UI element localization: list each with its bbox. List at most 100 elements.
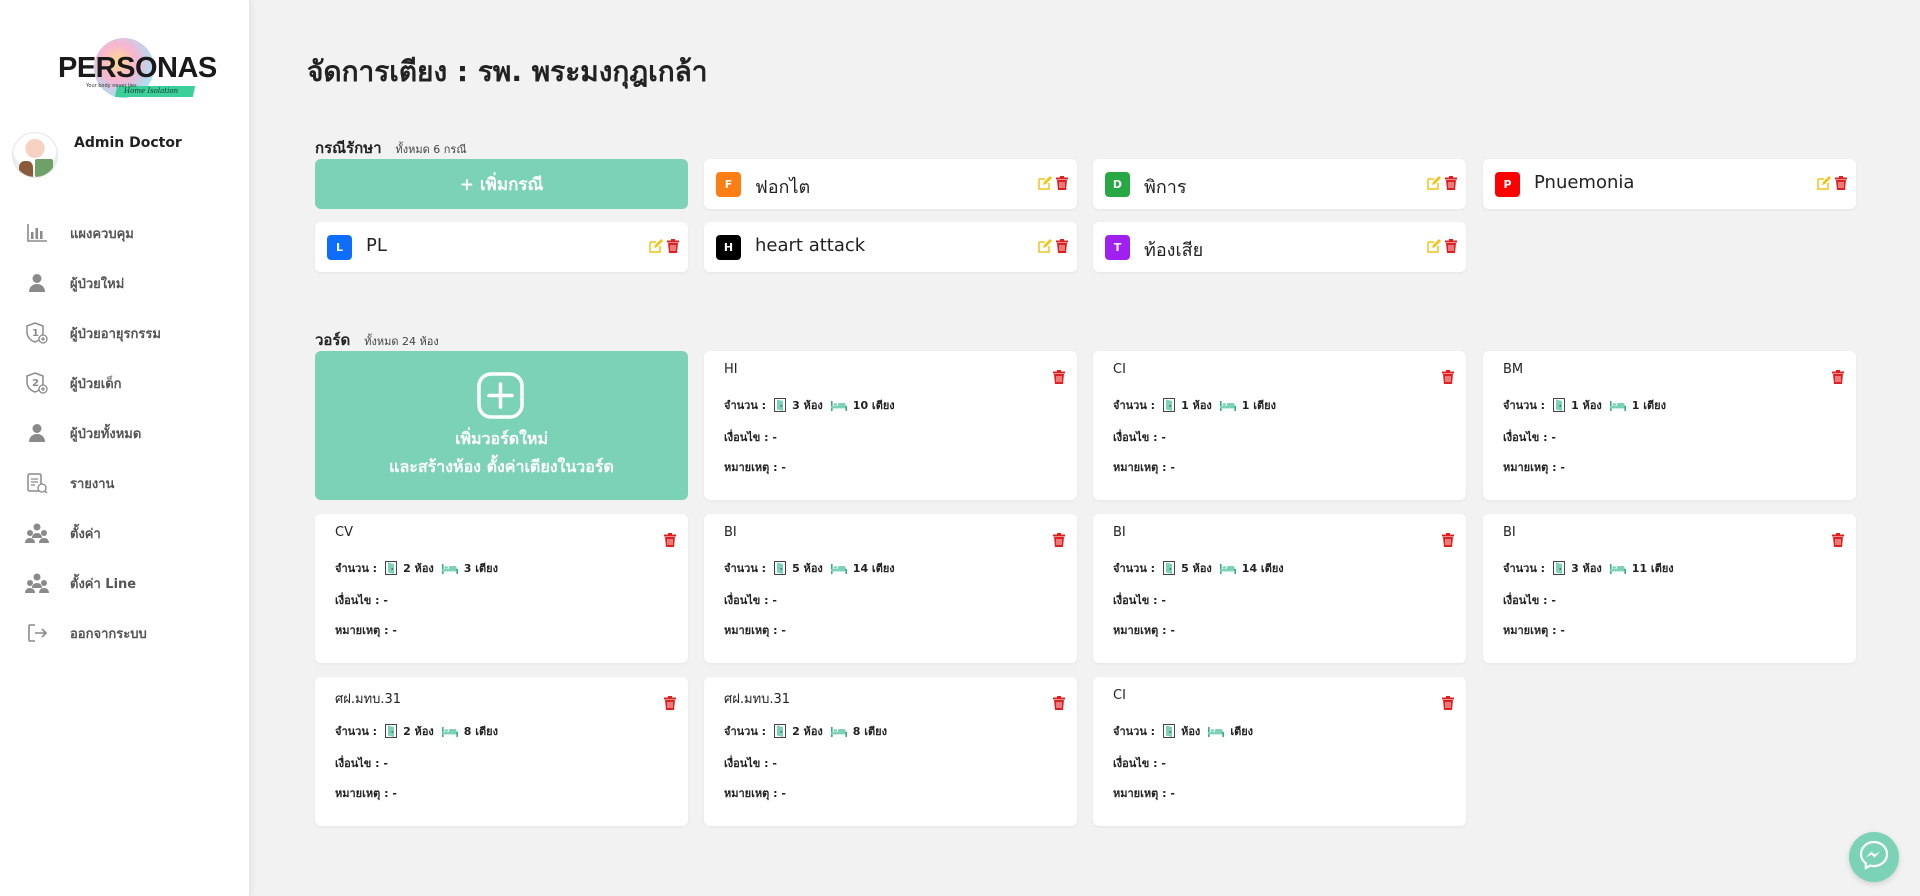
- ward-rooms: 5 ห้อง: [792, 562, 823, 575]
- ward-amount-row: จำนวน : 3 ห้อง 11 เตียง: [1503, 559, 1674, 577]
- cases-section-header: กรณีรักษา ทั้งหมด 6 กรณี: [315, 136, 467, 160]
- case-badge: L: [327, 235, 352, 260]
- sidebar-item-pediatric[interactable]: 2 ผู้ป่วยเด็ก: [0, 358, 250, 408]
- ward-card[interactable]: CI จำนวน : 1 ห้อง 1 เตียง เงื่อนไข : - หมายเห…: [1093, 351, 1466, 500]
- trash-icon[interactable]: [1834, 176, 1848, 190]
- ward-rooms: 1 ห้อง: [1571, 399, 1602, 412]
- trash-icon[interactable]: [664, 695, 678, 711]
- ward-card[interactable]: ศฝ.มทบ.31 จำนวน : 2 ห้อง 8 เตียง เงื่อนไข : …: [315, 677, 688, 826]
- ward-amount-label: จำนวน :: [1113, 725, 1156, 738]
- ward-condition: เงื่อนไข : -: [724, 757, 777, 770]
- user-profile[interactable]: Admin Doctor: [12, 132, 242, 182]
- svg-text:2: 2: [32, 378, 39, 389]
- ward-rooms: ห้อง: [1181, 725, 1201, 738]
- case-card: T ท้องเสีย: [1093, 222, 1466, 272]
- trash-icon[interactable]: [1055, 176, 1069, 190]
- ward-name: ศฝ.มทบ.31: [335, 692, 402, 707]
- trash-icon[interactable]: [1053, 532, 1067, 548]
- ward-card[interactable]: CV จำนวน : 2 ห้อง 3 เตียง เงื่อนไข : - หมายเห…: [315, 514, 688, 663]
- ward-beds: เตียง: [1230, 725, 1254, 738]
- ward-amount-row: จำนวน : 3 ห้อง 10 เตียง: [724, 396, 895, 414]
- ward-note: หมายเหตุ : -: [1503, 624, 1565, 637]
- ward-condition: เงื่อนไข : -: [1113, 594, 1166, 607]
- ward-condition: เงื่อนไข : -: [724, 594, 777, 607]
- edit-icon[interactable]: [1427, 176, 1441, 190]
- case-card: H heart attack: [704, 222, 1077, 272]
- trash-icon[interactable]: [1053, 369, 1067, 385]
- bed-icon: [830, 399, 847, 411]
- door-icon: [1163, 724, 1176, 738]
- trash-icon[interactable]: [1442, 532, 1456, 548]
- edit-icon[interactable]: [1427, 239, 1441, 253]
- trash-icon[interactable]: [666, 239, 680, 253]
- trash-icon[interactable]: [1832, 369, 1846, 385]
- ward-amount-row: จำนวน : 2 ห้อง 8 เตียง: [335, 722, 498, 740]
- bed-icon: [830, 725, 847, 737]
- door-icon: [1163, 561, 1176, 575]
- ward-card[interactable]: ศฝ.มทบ.31 จำนวน : 2 ห้อง 8 เตียงเงื่อนไข : …: [704, 677, 1077, 826]
- trash-icon[interactable]: [1832, 532, 1846, 548]
- edit-icon[interactable]: [1038, 176, 1052, 190]
- ward-note: หมายเหตุ : -: [1113, 787, 1175, 800]
- trash-icon[interactable]: [1444, 239, 1458, 253]
- bed-icon: [441, 725, 458, 737]
- trash-icon[interactable]: [1442, 695, 1456, 711]
- sidebar-item-new-patients[interactable]: ผู้ป่วยใหม่: [0, 258, 250, 308]
- add-ward-button[interactable]: เพิ่มวอร์ดใหม่ และสร้างห้อง ตั้งค่าเตียง…: [315, 351, 688, 500]
- sidebar-item-report[interactable]: รายงาน: [0, 458, 250, 508]
- add-ward-title: เพิ่มวอร์ดใหม่: [454, 429, 549, 448]
- ward-amount-row: จำนวน : ห้อง เตียง: [1113, 722, 1253, 740]
- case-card: D พิการ: [1093, 159, 1466, 209]
- sidebar-item-all-patients[interactable]: ผู้ป่วยทั้งหมด: [0, 408, 250, 458]
- bed-icon: [1609, 399, 1626, 411]
- case-card: F ฟอกไต: [704, 159, 1077, 209]
- ward-card[interactable]: BM จำนวน : 1 ห้อง 1 เตียง เงื่อนไข : - หมายเห…: [1483, 351, 1856, 500]
- ward-name: ศฝ.มทบ.31: [724, 692, 791, 707]
- bed-icon: [1219, 399, 1236, 411]
- ward-name: BI: [1503, 525, 1516, 540]
- ward-card[interactable]: CI จำนวน : ห้อง เตียง เงื่อนไข : - หมายเหตุ :…: [1093, 677, 1466, 826]
- edit-icon[interactable]: [649, 239, 663, 253]
- personas-logo[interactable]: PERSONAS Your body never lies Home Isola…: [58, 36, 217, 98]
- bed-icon: [441, 562, 458, 574]
- ward-condition: เงื่อนไข : -: [1113, 757, 1166, 770]
- trash-icon[interactable]: [1442, 369, 1456, 385]
- sidebar-item-label: ผู้ป่วยใหม่: [70, 276, 125, 292]
- sidebar-item-dashboard[interactable]: แผงควบคุม: [0, 208, 250, 258]
- edit-icon[interactable]: [1038, 239, 1052, 253]
- ward-condition: เงื่อนไข : -: [1503, 594, 1556, 607]
- ward-amount-label: จำนวน :: [1503, 562, 1546, 575]
- ward-card[interactable]: BI จำนวน : 3 ห้อง 11 เตียงเงื่อนไข : - หมายเ…: [1483, 514, 1856, 663]
- plus-square-icon: [477, 372, 524, 419]
- users-gear-icon: [24, 520, 50, 546]
- ward-rooms: 3 ห้อง: [792, 399, 823, 412]
- bar-chart-icon: [24, 220, 50, 246]
- svg-text:1: 1: [32, 328, 39, 339]
- bed-icon: [1609, 562, 1626, 574]
- trash-icon[interactable]: [1053, 695, 1067, 711]
- sidebar-item-logout[interactable]: ออกจากระบบ: [0, 608, 250, 658]
- trash-icon[interactable]: [664, 532, 678, 548]
- case-card: P Pnuemonia: [1483, 159, 1856, 209]
- add-case-button[interactable]: + เพิ่มกรณี: [315, 159, 688, 209]
- sidebar-item-internal-medicine[interactable]: 1 ผู้ป่วยอายุรกรรม: [0, 308, 250, 358]
- ward-beds: 8 เตียง: [852, 725, 887, 738]
- ward-card[interactable]: BI จำนวน : 5 ห้อง 14 เตียง เงื่อนไข : - หมายเ…: [1093, 514, 1466, 663]
- sidebar-item-settings[interactable]: ตั้งค่า: [0, 508, 250, 558]
- edit-icon[interactable]: [1817, 176, 1831, 190]
- trash-icon[interactable]: [1055, 239, 1069, 253]
- ward-beds: 3 เตียง: [463, 562, 498, 575]
- case-badge: T: [1105, 235, 1130, 260]
- messenger-chat-button[interactable]: [1849, 832, 1899, 882]
- ward-amount-row: จำนวน : 2 ห้อง 3 เตียง: [335, 559, 498, 577]
- sidebar-item-line-settings[interactable]: ตั้งค่า Line: [0, 558, 250, 608]
- door-icon: [1163, 398, 1176, 412]
- trash-icon[interactable]: [1444, 176, 1458, 190]
- ward-card[interactable]: HI จำนวน : 3 ห้อง 10 เตียง เงื่อนไข : - หมายเ…: [704, 351, 1077, 500]
- ward-amount-row: จำนวน : 5 ห้อง 14 เตียง: [1113, 559, 1284, 577]
- sidebar: PERSONAS Your body never lies Home Isola…: [0, 0, 250, 896]
- bed-icon: [1219, 562, 1236, 574]
- ward-amount-row: จำนวน : 2 ห้อง 8 เตียง: [724, 722, 887, 740]
- ward-card[interactable]: BI จำนวน : 5 ห้อง 14 เตียง เงื่อนไข : - หมายเ…: [704, 514, 1077, 663]
- ward-rooms: 2 ห้อง: [403, 562, 434, 575]
